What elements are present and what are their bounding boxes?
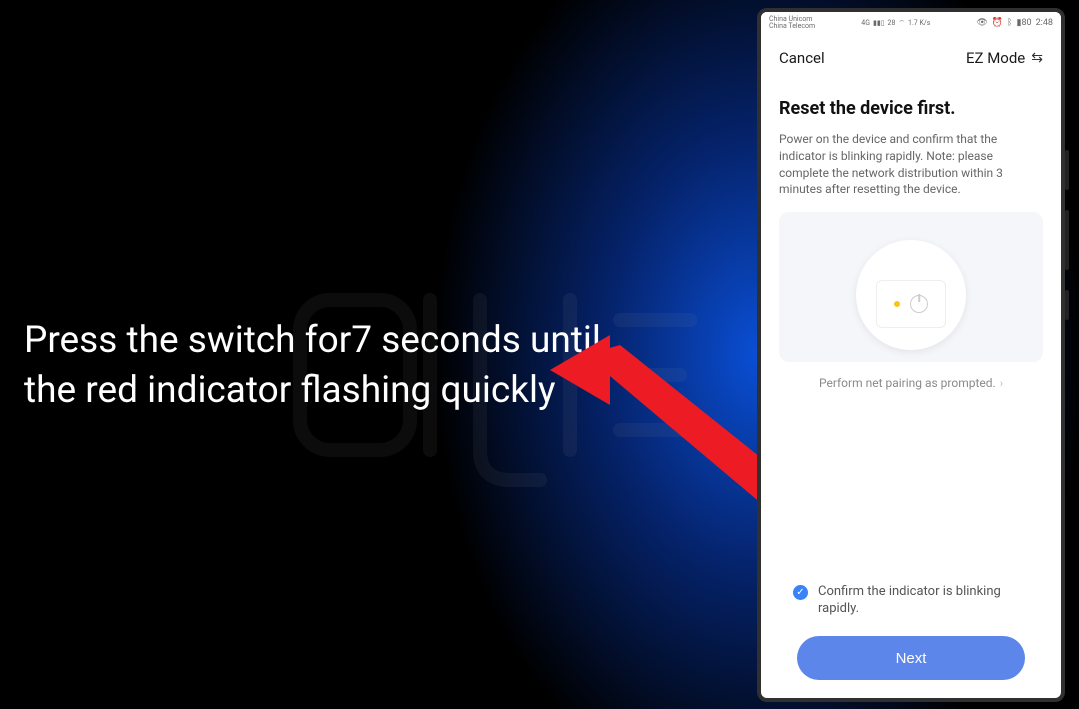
app-header: Cancel EZ Mode ⇆ [761,34,1061,82]
checkmark-icon: ✓ [793,585,808,600]
status-carriers: China Unicom China Telecom [769,16,815,30]
device-illustration [779,212,1043,362]
status-time: 2:48 [1036,18,1053,28]
status-bar: China Unicom China Telecom 4G ▮▮▯ 28 ⌔ 1… [761,12,1061,34]
overlay-instruction-text: Press the switch for7 seconds until the … [24,316,624,416]
data-speed: 1.7 K/s [908,19,930,27]
spacer [779,390,1043,583]
next-button[interactable]: Next [797,636,1025,680]
chevron-right-icon: › [1000,377,1003,390]
power-icon [910,295,928,313]
battery-icon: ▮80 [1017,18,1032,28]
app-content: Reset the device first. Power on the dev… [761,82,1061,698]
phone-side-button [1065,210,1069,270]
signal-type-label: 4G [861,19,870,27]
page-title: Reset the device first. [779,98,1043,119]
cancel-button[interactable]: Cancel [779,49,825,67]
page-description: Power on the device and confirm that the… [779,131,1043,198]
status-carrier-2: China Telecom [769,23,815,30]
status-indicators: 👁 ⏰ ᛒ ▮80 2:48 [976,18,1053,28]
alarm-icon: ⏰ [992,18,1003,28]
mode-label: EZ Mode [966,49,1025,67]
bluetooth-icon: ᛒ [1007,18,1012,28]
illustration-circle [856,240,966,350]
confirm-label: Confirm the indicator is blinking rapidl… [818,583,1029,618]
phone-side-button [1065,290,1069,320]
mode-selector[interactable]: EZ Mode ⇆ [966,49,1043,67]
wifi-icon: ⌔ [898,19,905,28]
phone-side-button [1065,150,1069,190]
wifi-level: 28 [888,19,896,27]
pairing-help-label: Perform net pairing as prompted. [819,376,996,390]
swap-icon: ⇆ [1031,50,1043,66]
device-panel [876,280,946,328]
phone-frame: China Unicom China Telecom 4G ▮▮▯ 28 ⌔ 1… [757,8,1065,702]
status-network: 4G ▮▮▯ 28 ⌔ 1.7 K/s [861,19,930,28]
confirm-checkbox-row[interactable]: ✓ Confirm the indicator is blinking rapi… [779,583,1043,618]
led-indicator-icon [894,301,900,307]
pairing-help-link[interactable]: Perform net pairing as prompted. › [779,376,1043,390]
eye-icon: 👁 [976,18,987,28]
signal-bars-icon: ▮▮▯ [873,19,885,27]
